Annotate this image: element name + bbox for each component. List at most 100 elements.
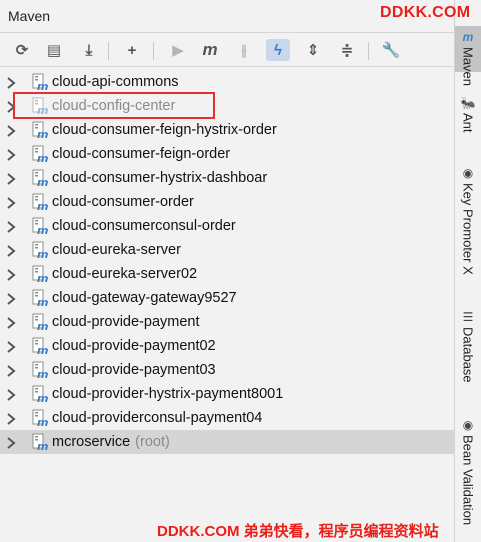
svg-text:m: m	[37, 368, 48, 379]
side-tab-label: Database	[460, 327, 476, 383]
project-name: cloud-gateway-gateway9527	[52, 289, 237, 307]
chevron-right-icon[interactable]	[6, 340, 16, 353]
chevron-right-icon[interactable]	[6, 172, 16, 185]
expand-all-button[interactable]: ⇕	[301, 39, 325, 61]
svg-text:m: m	[37, 440, 48, 451]
maven-module-icon: m	[32, 265, 49, 285]
ant-icon: 🐜	[460, 96, 476, 110]
watermark-bottom: DDKK.COM 弟弟快看，程序员编程资料站	[157, 523, 439, 540]
project-name-text: cloud-consumer-feign-order	[52, 146, 231, 162]
maven-module-icon: m	[32, 409, 49, 429]
side-tab-key-promoter-x[interactable]: ◉ Key Promoter X	[455, 162, 481, 284]
tree-row[interactable]: m cloud-consumerconsul-order	[0, 214, 455, 238]
expand-all-icon: ⇕	[306, 42, 320, 59]
project-name-text: cloud-api-commons	[52, 74, 179, 90]
tree-row[interactable]: m mcroservice (root)	[0, 430, 455, 454]
project-name: mcroservice (root)	[52, 433, 170, 451]
svg-text:m: m	[37, 152, 48, 163]
project-name: cloud-eureka-server	[52, 241, 181, 259]
tree-row[interactable]: m cloud-providerconsul-payment04	[0, 406, 455, 430]
settings-wrench-button[interactable]: 🔧	[379, 39, 403, 61]
chevron-right-icon[interactable]	[6, 292, 16, 305]
chevron-right-icon[interactable]	[6, 124, 16, 137]
side-tab-label: Bean Validation	[460, 435, 476, 526]
svg-text:m: m	[37, 416, 48, 427]
execute-goal-icon: m	[202, 40, 218, 59]
run-button[interactable]: ▶	[166, 39, 190, 61]
reimport-button[interactable]: ⟳	[10, 39, 34, 61]
tree-row[interactable]: m cloud-eureka-server	[0, 238, 455, 262]
database-icon: ☰	[462, 310, 474, 324]
maven-module-icon: m	[32, 145, 49, 165]
chevron-right-icon[interactable]	[6, 196, 16, 209]
project-name: cloud-consumerconsul-order	[52, 217, 236, 235]
chevron-right-icon[interactable]	[6, 244, 16, 257]
project-name: cloud-provider-hystrix-payment8001	[52, 385, 283, 403]
skip-tests-button[interactable]: ⫲	[232, 39, 256, 61]
maven-module-icon: m	[32, 217, 49, 237]
chevron-right-icon[interactable]	[6, 388, 16, 401]
chevron-right-icon[interactable]	[6, 268, 16, 281]
maven-tool-window: Maven ⟳ ▤ ⤓ + ▶ m ⫲ ϟ ⇕ ≑ 🔧 m cloud-api-commons m clo…	[0, 0, 455, 542]
annotation-highlight-box	[13, 92, 215, 119]
side-tab-database[interactable]: ☰ Database	[455, 306, 481, 386]
chevron-right-icon[interactable]	[6, 148, 16, 161]
right-tool-window-strip: m Maven 🐜 Ant ◉ Key Promoter X ☰ Database ◉ Bean …	[455, 0, 481, 542]
maven-module-icon: m	[32, 337, 49, 357]
maven-toolbar: ⟳ ▤ ⤓ + ▶ m ⫲ ϟ ⇕ ≑ 🔧	[0, 34, 455, 67]
tree-row[interactable]: m cloud-provide-payment03	[0, 358, 455, 382]
svg-text:m: m	[37, 176, 48, 187]
tree-row[interactable]: m cloud-consumer-hystrix-dashboar	[0, 166, 455, 190]
project-name-text: cloud-consumer-feign-hystrix-order	[52, 122, 277, 138]
side-tab-label: Key Promoter X	[460, 183, 476, 275]
chevron-right-icon[interactable]	[6, 412, 16, 425]
maven-icon: m	[462, 30, 474, 44]
tree-row[interactable]: m cloud-consumer-feign-hystrix-order	[0, 118, 455, 142]
svg-text:m: m	[37, 248, 48, 259]
tree-row[interactable]: m cloud-provide-payment	[0, 310, 455, 334]
generate-sources-button[interactable]: ▤	[42, 39, 66, 61]
settings-wrench-icon: 🔧	[381, 42, 401, 59]
maven-module-icon: m	[32, 73, 49, 93]
chevron-right-icon[interactable]	[6, 364, 16, 377]
maven-module-icon: m	[32, 121, 49, 141]
side-tab-bean-validation[interactable]: ◉ Bean Validation	[455, 414, 481, 542]
side-tab-ant[interactable]: 🐜 Ant	[455, 92, 481, 140]
tree-row[interactable]: m cloud-provider-hystrix-payment8001	[0, 382, 455, 406]
generate-sources-icon: ▤	[46, 42, 62, 59]
svg-text:m: m	[37, 128, 48, 139]
project-name: cloud-consumer-feign-order	[52, 145, 230, 163]
toolbar-separator	[368, 42, 369, 60]
maven-module-icon: m	[32, 361, 49, 381]
tree-row[interactable]: m cloud-consumer-feign-order	[0, 142, 455, 166]
tree-row[interactable]: m cloud-eureka-server02	[0, 262, 455, 286]
offline-mode-button[interactable]: ϟ	[266, 39, 290, 61]
tree-row[interactable]: m cloud-gateway-gateway9527	[0, 286, 455, 310]
chevron-right-icon[interactable]	[6, 76, 16, 89]
collapse-all-button[interactable]: ≑	[335, 39, 359, 61]
chevron-right-icon[interactable]	[6, 316, 16, 329]
download-button[interactable]: ⤓	[77, 39, 101, 61]
maven-module-icon: m	[32, 313, 49, 333]
root-suffix: (root)	[135, 434, 170, 450]
project-name-text: cloud-eureka-server	[52, 242, 181, 258]
chevron-right-icon[interactable]	[6, 220, 16, 233]
side-tab-maven[interactable]: m Maven	[455, 26, 481, 86]
toolbar-separator	[153, 42, 154, 60]
tree-row[interactable]: m cloud-api-commons	[0, 70, 455, 94]
tree-row[interactable]: m cloud-consumer-order	[0, 190, 455, 214]
watermark-top: DDKK.COM	[380, 4, 471, 21]
execute-goal-button[interactable]: m	[198, 39, 222, 61]
svg-text:m: m	[37, 344, 48, 355]
maven-module-icon: m	[32, 169, 49, 189]
maven-module-icon: m	[32, 433, 49, 453]
svg-text:m: m	[37, 272, 48, 283]
add-button[interactable]: +	[120, 39, 144, 61]
side-tab-label: Maven	[460, 47, 476, 87]
project-name: cloud-eureka-server02	[52, 265, 197, 283]
chevron-right-icon[interactable]	[6, 436, 16, 449]
reimport-icon: ⟳	[15, 42, 29, 59]
tree-row[interactable]: m cloud-provide-payment02	[0, 334, 455, 358]
project-name-text: cloud-eureka-server02	[52, 266, 198, 282]
project-name: cloud-consumer-feign-hystrix-order	[52, 121, 277, 139]
